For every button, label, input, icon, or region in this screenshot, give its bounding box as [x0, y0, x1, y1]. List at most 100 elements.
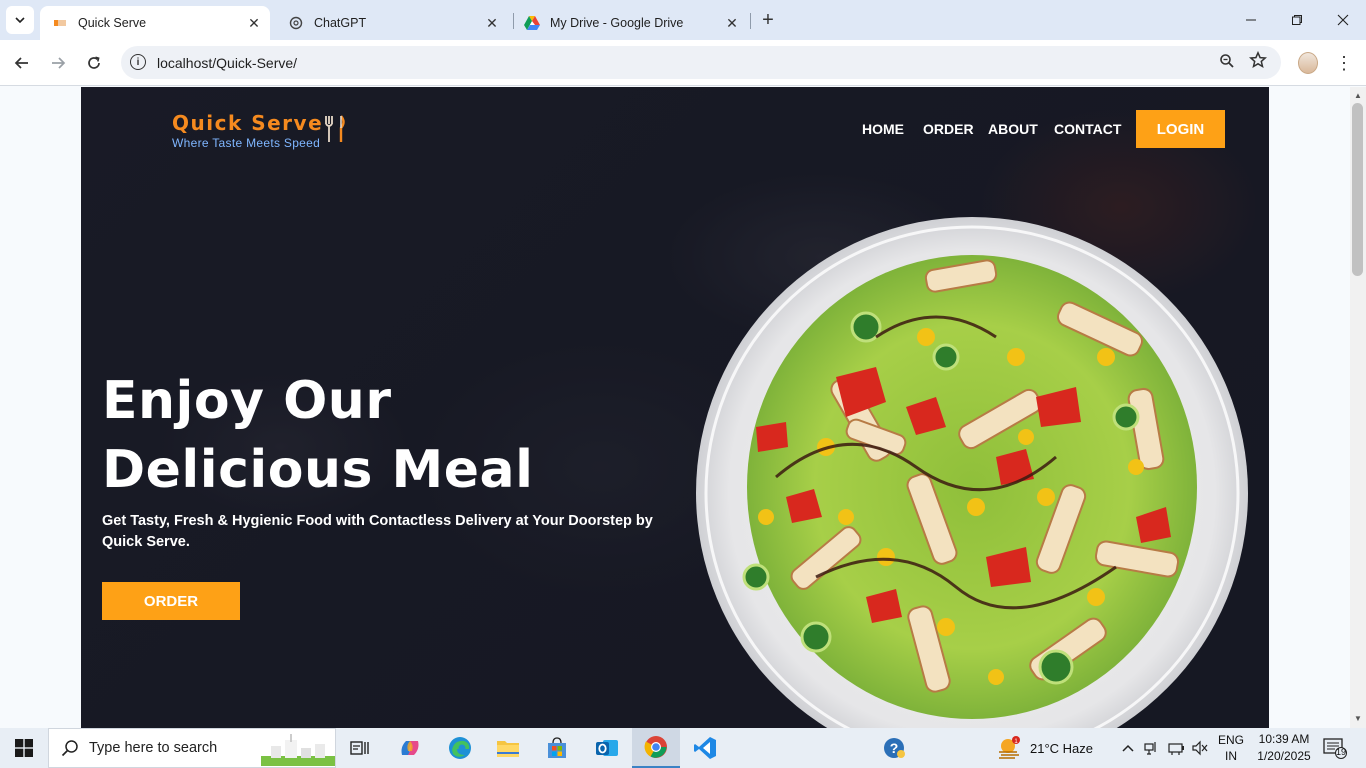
profile-avatar[interactable] [1298, 52, 1318, 74]
reload-icon [88, 56, 100, 69]
tab-title: Quick Serve [78, 16, 147, 30]
scroll-down-icon[interactable]: ▼ [1354, 714, 1362, 723]
close-icon [1337, 14, 1349, 26]
network-tray-icon[interactable] [1144, 728, 1160, 768]
vscode-button[interactable] [681, 728, 729, 768]
svg-text:?: ? [890, 740, 899, 756]
language-line-1: ENG [1217, 733, 1244, 747]
zoom-icon[interactable] [1219, 53, 1235, 74]
url-text[interactable]: localhost/Quick-Serve/ [157, 55, 297, 71]
back-button[interactable] [8, 49, 36, 77]
language-indicator[interactable]: ENG IN [1215, 732, 1247, 764]
restore-button[interactable] [1274, 0, 1320, 40]
page-viewport: Quick Serve Where Taste Meets Speed HOME… [0, 87, 1350, 728]
outlook-icon [596, 740, 618, 756]
chrome-button[interactable] [632, 728, 680, 768]
salad-plate-image [696, 217, 1248, 728]
restore-icon [1292, 15, 1302, 25]
edge-button[interactable] [436, 728, 484, 768]
clock-date: 1/20/2025 [1257, 749, 1311, 763]
tab-google-drive[interactable]: My Drive - Google Drive ✕ [512, 6, 748, 40]
scrollbar-thumb[interactable] [1352, 103, 1363, 276]
chevron-up-icon [1122, 744, 1134, 752]
start-button[interactable] [0, 728, 48, 768]
windows-logo-icon [15, 739, 33, 757]
clock-time: 10:39 AM [1258, 732, 1310, 746]
copilot-button[interactable] [386, 728, 434, 768]
more-vertical-icon: ⋮ [1335, 52, 1353, 73]
browser-menu-button[interactable]: ⋮ [1335, 52, 1353, 74]
headline-line-2: Delicious Meal [102, 440, 534, 500]
forward-button[interactable] [44, 49, 72, 77]
search-placeholder: Type here to search [89, 740, 218, 756]
weather-text: 21°C Haze [1030, 740, 1094, 756]
battery-icon [1168, 743, 1184, 755]
hero-section: Quick Serve Where Taste Meets Speed HOME… [81, 87, 1269, 728]
minimize-button[interactable] [1228, 0, 1274, 40]
page-scrollbar[interactable]: ▲ ▼ [1350, 87, 1366, 728]
help-button[interactable]: ? [870, 728, 918, 768]
tab-search-button[interactable] [6, 6, 34, 34]
microsoft-store-button[interactable] [533, 728, 581, 768]
weather-widget[interactable]: 1 21°C Haze [996, 728, 1093, 768]
nav-contact-link[interactable]: CONTACT [1054, 121, 1121, 137]
plus-icon: + [762, 8, 774, 31]
chevron-down-icon [15, 17, 25, 24]
scroll-up-icon[interactable]: ▲ [1354, 91, 1362, 100]
hero-headline: Enjoy Our Delicious Meal [102, 367, 533, 505]
close-tab-icon[interactable]: ✕ [722, 13, 742, 33]
windows-taskbar: Type here to search ? 1 21°C Haze ENG IN… [0, 728, 1366, 768]
forward-arrow-icon [52, 57, 66, 69]
tab-title: My Drive - Google Drive [550, 16, 684, 30]
fork-knife-icon [325, 115, 345, 142]
order-button[interactable]: ORDER [102, 582, 240, 620]
show-hidden-icons-button[interactable] [1121, 728, 1135, 768]
search-icon [61, 740, 78, 757]
battery-tray-icon[interactable] [1168, 728, 1186, 768]
new-tab-button[interactable]: + [756, 8, 780, 32]
quick-serve-favicon-icon [52, 15, 68, 31]
tab-divider [750, 13, 751, 29]
language-line-2: IN [1225, 749, 1237, 763]
task-view-button[interactable] [336, 728, 384, 768]
close-tab-icon[interactable]: ✕ [244, 13, 264, 33]
edge-browser-icon [449, 737, 471, 759]
site-logo[interactable]: Quick Serve Where Taste Meets Speed [172, 111, 345, 150]
browser-toolbar: i localhost/Quick-Serve/ [0, 40, 1366, 86]
tab-title: ChatGPT [314, 16, 367, 30]
notification-count: 19 [1335, 747, 1346, 757]
site-info-icon[interactable]: i [130, 54, 146, 70]
google-drive-favicon-icon [524, 15, 540, 31]
tab-chatgpt[interactable]: ChatGPT ✕ [276, 6, 508, 40]
nav-order-link[interactable]: ORDER [923, 121, 974, 137]
help-icon: ? [884, 738, 905, 758]
search-highlight-illustration-icon [261, 734, 335, 766]
reload-button[interactable] [80, 49, 108, 77]
bookmark-star-icon[interactable] [1248, 50, 1268, 74]
tab-quick-serve[interactable]: Quick Serve ✕ [40, 6, 270, 40]
folder-icon [497, 741, 519, 757]
file-explorer-button[interactable] [484, 728, 532, 768]
logo-name: Quick Serve [172, 111, 324, 135]
minimize-icon [1246, 19, 1256, 21]
haze-weather-icon: 1 [999, 736, 1020, 759]
notifications-button[interactable]: 19 [1323, 728, 1347, 768]
store-bag-icon [548, 737, 566, 758]
nav-home-link[interactable]: HOME [862, 121, 904, 137]
address-bar[interactable]: i localhost/Quick-Serve/ [121, 46, 1281, 79]
login-button[interactable]: LOGIN [1136, 110, 1225, 148]
taskbar-search-box[interactable]: Type here to search [48, 728, 336, 768]
nav-about-link[interactable]: ABOUT [988, 121, 1038, 137]
tab-strip: Quick Serve ✕ ChatGPT ✕ My Drive - Googl… [0, 0, 1366, 40]
close-window-button[interactable] [1320, 0, 1366, 40]
task-view-icon [350, 741, 369, 755]
volume-tray-icon[interactable] [1192, 728, 1208, 768]
close-tab-icon[interactable]: ✕ [482, 13, 502, 33]
logo-tagline: Where Taste Meets Speed [172, 136, 321, 150]
chatgpt-favicon-icon [288, 15, 304, 31]
headline-line-1: Enjoy Our [102, 371, 392, 431]
taskbar-clock[interactable]: 10:39 AM 1/20/2025 [1246, 731, 1322, 765]
outlook-button[interactable] [583, 728, 631, 768]
network-icon [1144, 742, 1156, 755]
back-arrow-icon [14, 57, 28, 69]
